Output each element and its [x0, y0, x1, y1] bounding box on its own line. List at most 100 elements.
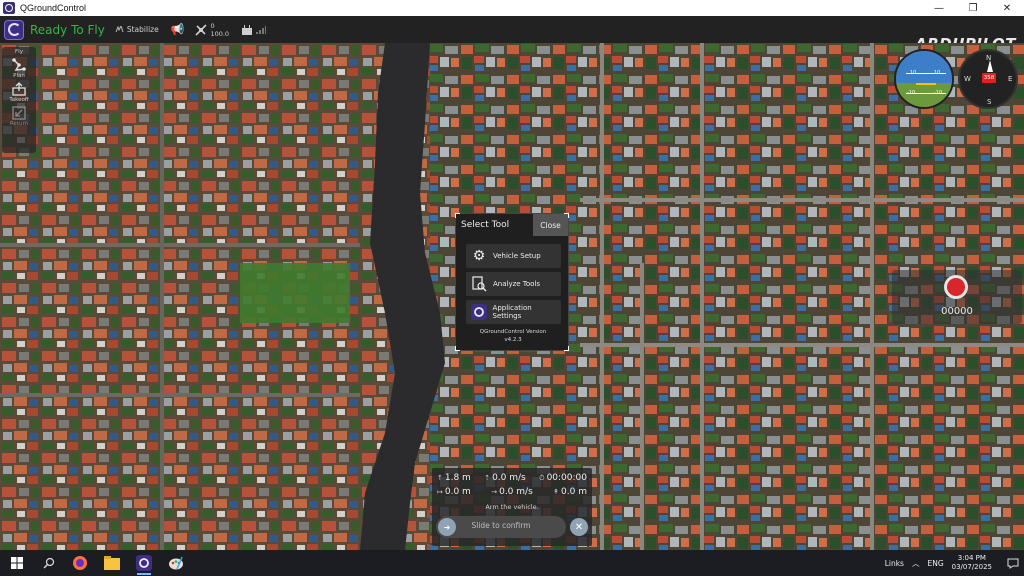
heading-badge: 358 [982, 73, 996, 83]
dialog-header: Select Tool Close [456, 214, 568, 236]
input-language[interactable]: ENG [927, 559, 943, 568]
slider-knob-icon[interactable]: ➜ [438, 518, 456, 536]
vehicle-status[interactable]: Ready To Fly [30, 23, 105, 37]
plan-icon [11, 57, 27, 73]
compass-indicator: N S E W 358 [958, 49, 1018, 109]
left-tool-strip: Fly Plan Takeoff Return [2, 47, 36, 153]
windows-logo-icon [11, 557, 23, 569]
gps-satellite-count: 0 [210, 21, 215, 30]
compass-south: S [987, 98, 992, 106]
flight-mode-icon [115, 26, 124, 33]
tool-takeoff-label: Takeoff [9, 97, 29, 103]
gps-hdop: 100.0 [210, 29, 230, 38]
tool-return[interactable]: Return [10, 105, 28, 127]
arm-hint: Arm the vehicle. [485, 503, 539, 511]
vertical-speed-value: ⇡ 0.0 m/s [484, 473, 526, 483]
clock-time: 3:04 PM [957, 554, 986, 562]
return-icon [11, 105, 27, 121]
clock-date: 03/07/2025 [951, 563, 992, 571]
tool-return-label: Return [9, 121, 29, 127]
chevron-up-icon[interactable]: ︿ [912, 558, 920, 569]
cancel-confirm-button[interactable]: ✕ [570, 518, 588, 536]
altitude-text: 1.8 m [444, 473, 471, 483]
pitch-label: -10 [907, 90, 916, 96]
links-toolbar[interactable]: Links [885, 559, 904, 568]
gears-icon: ⚙ [472, 248, 486, 264]
dialog-corner [455, 213, 460, 218]
vertical-speed-text: 0.0 m/s [492, 473, 526, 483]
vehicle-setup-label: Vehicle Setup [493, 252, 541, 260]
megaphone-icon[interactable]: 📢 [171, 23, 185, 36]
version-label: QGroundControl Version [479, 329, 547, 335]
attitude-indicator: 10 10 -10 -10 [894, 49, 954, 109]
tool-plan[interactable]: Plan [11, 57, 27, 79]
qgc-toolbar: Ready To Fly Stabilize 📢 0 100.0 ARDUPIL… [0, 16, 1024, 53]
clock[interactable]: 3:04 PM 03/07/2025 [952, 554, 992, 572]
distance-icon: ↦ [437, 488, 443, 496]
notification-icon[interactable] [1002, 550, 1024, 576]
dialog-title: Select Tool [461, 220, 510, 230]
start-button[interactable] [0, 550, 34, 576]
signal-bars-icon [256, 25, 267, 34]
rc-rssi-indicator[interactable] [241, 24, 267, 35]
vehicle-setup-button[interactable]: ⚙ Vehicle Setup [466, 244, 561, 268]
paint-icon[interactable] [160, 550, 192, 576]
file-explorer-icon[interactable] [96, 550, 128, 576]
search-icon[interactable] [34, 550, 64, 576]
tool-takeoff[interactable]: Takeoff [9, 81, 29, 103]
flight-mode-label: Stabilize [126, 25, 159, 34]
application-settings-label: Application Settings [492, 304, 532, 320]
application-settings-button[interactable]: Application Settings [466, 300, 561, 324]
gps-indicator[interactable]: 0 100.0 [194, 22, 229, 38]
timer-icon: ⏱ [539, 474, 545, 482]
analyze-tools-button[interactable]: Analyze Tools [466, 272, 561, 296]
dialog-close-button[interactable]: Close [533, 214, 568, 236]
dialog-corner [455, 346, 460, 351]
vertical-speed-icon: ⇡ [484, 474, 491, 482]
distance-value: ↦ 0.0 m [437, 487, 471, 497]
attitude-sky [896, 51, 952, 84]
distance-home-value: ↟ 0.0 m [553, 487, 587, 497]
system-tray: Links ︿ ENG 3:04 PM 03/07/2025 [885, 550, 1024, 576]
altitude-icon: ↑ [437, 474, 443, 482]
compass-west: W [964, 75, 971, 83]
analyze-tools-label: Analyze Tools [493, 280, 541, 288]
window-controls: — ❐ ✕ [922, 0, 1024, 16]
telemetry-row: ↑ 1.8 m ⇡ 0.0 m/s ⏱ 00:00:00 [432, 471, 592, 485]
attitude-ground [896, 83, 952, 107]
distance-text: 0.0 m [444, 487, 471, 497]
telemetry-panel: ↑ 1.8 m ⇡ 0.0 m/s ⏱ 00:00:00 ↦ 0.0 m → 0.0 m/… [432, 468, 592, 546]
altitude-value: ↑ 1.8 m [437, 473, 471, 483]
window-title: QGroundControl [20, 3, 87, 13]
flight-mode-selector[interactable]: Stabilize [115, 25, 159, 34]
minimize-button[interactable]: — [922, 0, 956, 16]
qgc-menu-button[interactable] [4, 19, 24, 40]
capture-counter: 00000 [941, 306, 973, 317]
record-button[interactable] [944, 275, 968, 299]
windows-taskbar: Links ︿ ENG 3:04 PM 03/07/2025 [0, 550, 1024, 576]
pitch-label: 10 [934, 70, 941, 76]
dialog-corner [564, 346, 569, 351]
tool-plan-label: Plan [13, 73, 25, 79]
gps-values: 0 100.0 [210, 22, 229, 38]
select-tool-dialog: Select Tool Close ⚙ Vehicle Setup Analyz… [455, 213, 569, 351]
close-button[interactable]: ✕ [990, 0, 1024, 16]
heading-needle-icon [987, 60, 993, 72]
maximize-button[interactable]: ❐ [956, 0, 990, 16]
flight-time-value: ⏱ 00:00:00 [539, 473, 587, 483]
slide-to-confirm[interactable]: Slide to confirm ➜ [436, 516, 566, 538]
takeoff-icon [11, 81, 27, 97]
analyze-icon [469, 274, 489, 294]
firefox-icon[interactable] [64, 550, 96, 576]
dialog-corner [564, 213, 569, 218]
qgc-app-icon [3, 2, 15, 14]
compass-east: E [1008, 75, 1013, 83]
flight-time-text: 00:00:00 [546, 473, 587, 483]
horizontal-speed-value: → 0.0 m/s [491, 487, 533, 497]
tool-fly[interactable]: Fly [15, 49, 23, 55]
telemetry-row: ↦ 0.0 m → 0.0 m/s ↟ 0.0 m [432, 485, 592, 499]
version-number: v4.2.3 [504, 337, 522, 343]
qgroundcontrol-taskbar-icon[interactable] [128, 550, 160, 576]
qgc-logo-icon [469, 302, 489, 322]
satellite-icon [195, 23, 208, 36]
